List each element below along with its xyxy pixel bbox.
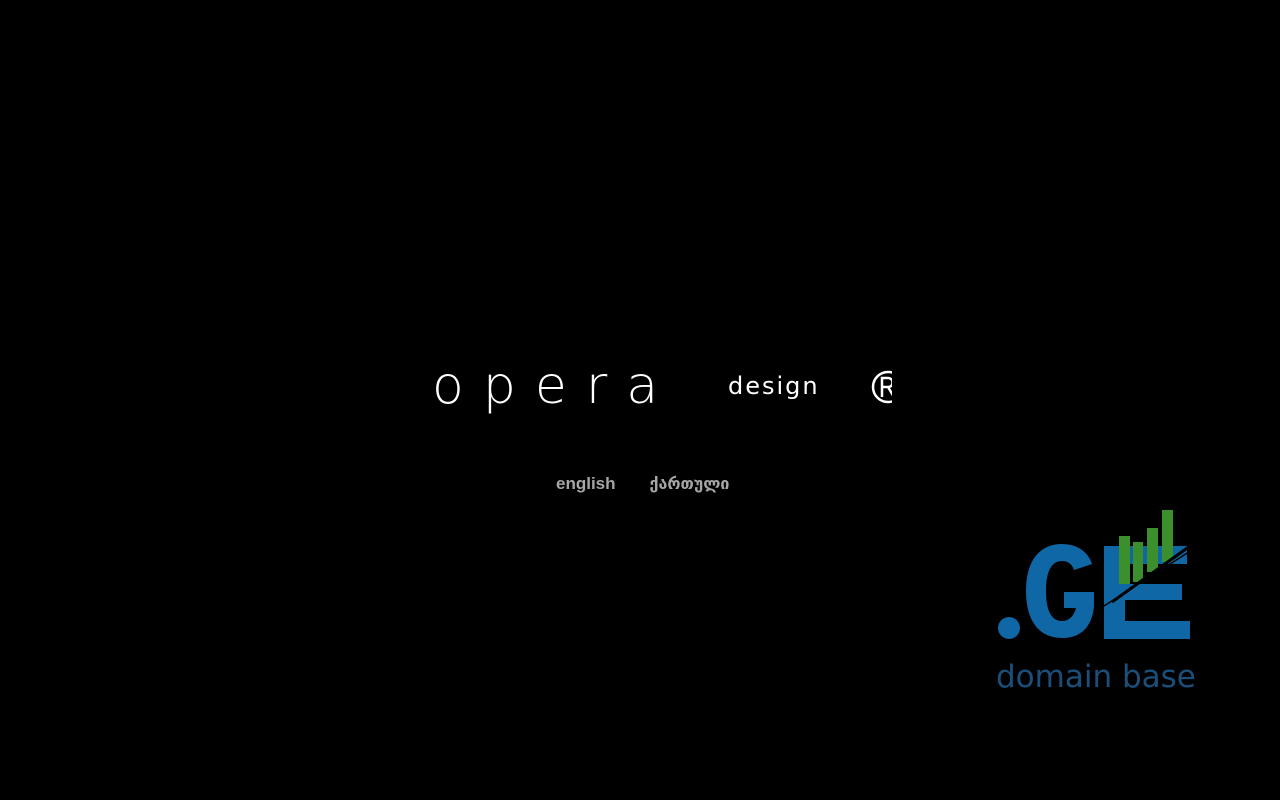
logo-tagline: design xyxy=(728,372,820,400)
registered-mark-icon xyxy=(868,368,892,406)
ge-domain-badge[interactable]: domain base xyxy=(994,506,1196,702)
ge-domain-logo-icon xyxy=(998,510,1193,639)
site-logo: opera design xyxy=(432,360,892,420)
domain-base-caption: domain base xyxy=(996,659,1196,695)
language-switcher: english ქართული xyxy=(556,473,729,495)
language-link-english[interactable]: english xyxy=(556,473,616,495)
logo-wordmark: opera xyxy=(432,360,678,416)
language-link-georgian[interactable]: ქართული xyxy=(650,473,730,495)
